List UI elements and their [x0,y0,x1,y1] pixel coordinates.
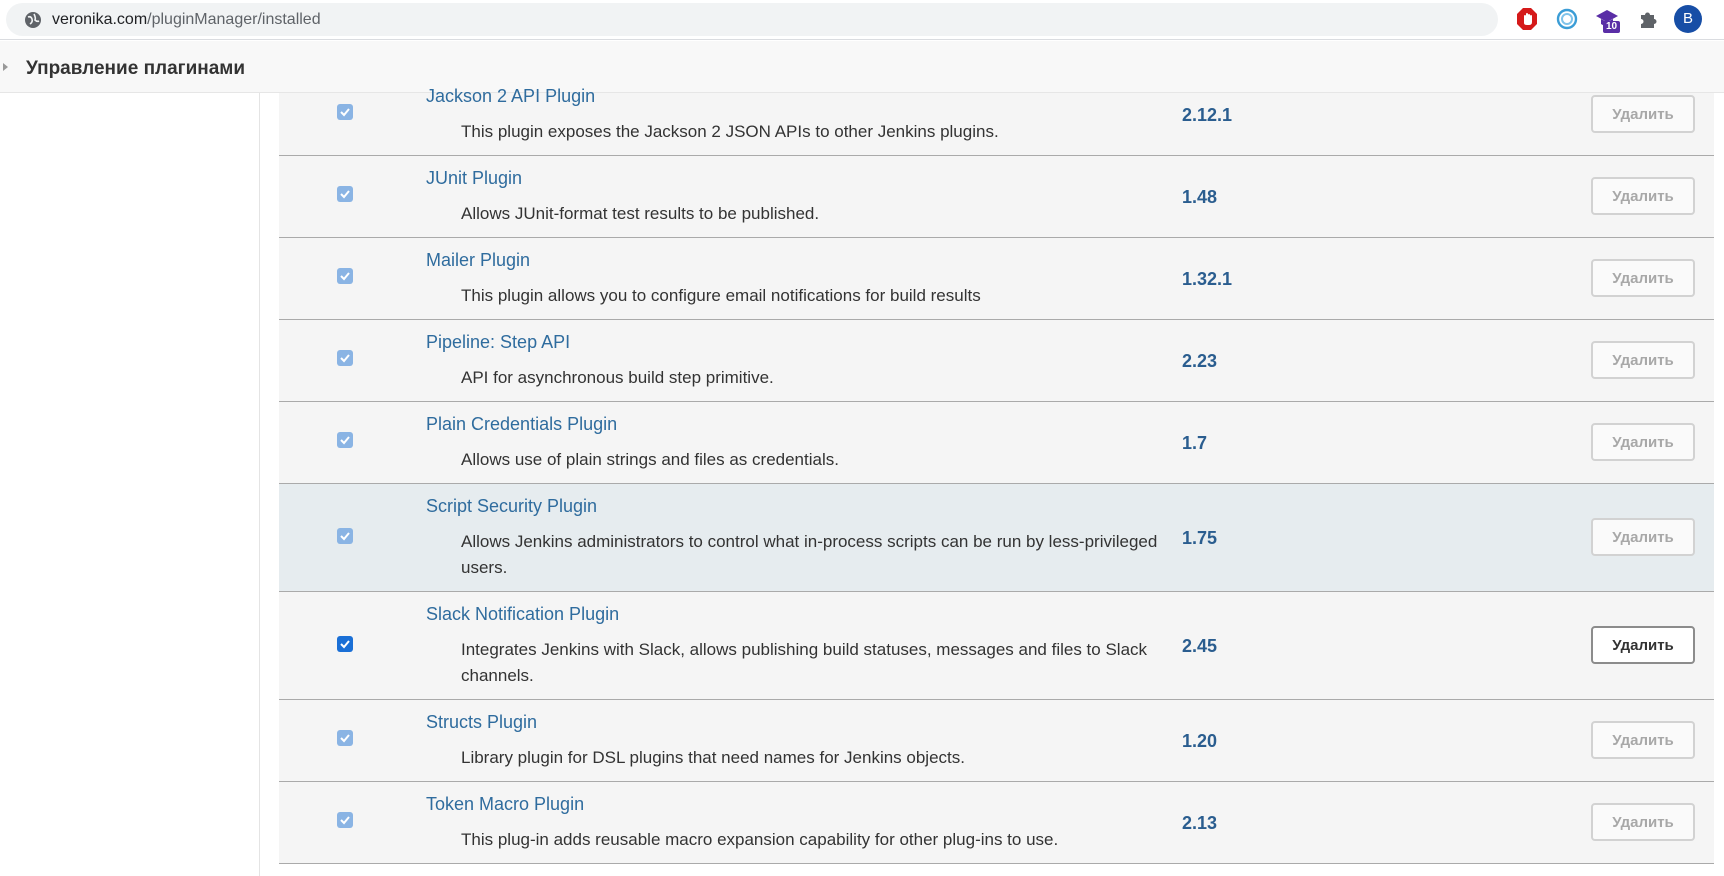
plugin-name-link[interactable]: Pipeline: Step API [426,332,570,353]
uninstall-button[interactable]: Удалить [1591,259,1695,297]
plugin-row: Script Security Plugin Allows Jenkins ad… [279,484,1714,592]
plugin-description: This plugin exposes the Jackson 2 JSON A… [461,122,999,141]
plugin-description: Allows Jenkins administrators to control… [461,532,1158,577]
check-icon [340,436,350,445]
plugin-checkbox[interactable] [337,186,353,202]
plugin-description: Integrates Jenkins with Slack, allows pu… [461,640,1148,685]
plugin-row: Jackson 2 API Plugin This plugin exposes… [279,86,1714,156]
plugin-checkbox[interactable] [337,350,353,366]
uninstall-button[interactable]: Удалить [1591,95,1695,133]
circle-extension-icon[interactable] [1555,7,1579,31]
check-icon [340,734,350,743]
plugin-checkbox[interactable] [337,636,353,652]
plugin-version: 1.48 [1182,187,1218,207]
plugin-version: 1.7 [1182,433,1208,453]
url-text[interactable]: veronika.com/pluginManager/installed [52,3,321,36]
address-bar[interactable]: veronika.com/pluginManager/installed [6,3,1498,36]
check-icon [340,272,350,281]
collapse-arrow-icon[interactable] [3,63,8,71]
plugin-checkbox[interactable] [337,528,353,544]
plugin-row: Plain Credentials Plugin Allows use of p… [279,402,1714,484]
plugin-name-link[interactable]: Plain Credentials Plugin [426,414,617,435]
plugin-checkbox[interactable] [337,812,353,828]
uninstall-button[interactable]: Удалить [1591,341,1695,379]
adblock-extension-icon[interactable] [1515,7,1539,31]
plugin-name-link[interactable]: JUnit Plugin [426,168,522,189]
profile-avatar[interactable]: B [1674,5,1702,33]
plugin-row: Pipeline: Step API API for asynchronous … [279,320,1714,402]
page-header: Управление плагинами [0,41,1724,93]
plugin-row: Structs Plugin Library plugin for DSL pl… [279,700,1714,782]
uninstall-button[interactable]: Удалить [1591,518,1695,556]
url-path: /pluginManager/installed [147,11,321,28]
plugin-name-link[interactable]: Mailer Plugin [426,250,530,271]
plugin-checkbox[interactable] [337,268,353,284]
plugin-name-link[interactable]: Token Macro Plugin [426,794,584,815]
extension-badge: 10 [1603,21,1621,33]
plugin-description: Allows use of plain strings and files as… [461,450,839,469]
check-icon [340,190,350,199]
uninstall-button[interactable]: Удалить [1591,803,1695,841]
plugin-checkbox[interactable] [337,730,353,746]
sidebar [0,93,260,876]
plugin-name-link[interactable]: Script Security Plugin [426,496,597,517]
check-icon [340,816,350,825]
plugin-name-link[interactable]: Slack Notification Plugin [426,604,619,625]
uninstall-button[interactable]: Удалить [1591,626,1695,664]
plugin-description: Allows JUnit-format test results to be p… [461,204,820,223]
check-icon [340,108,350,117]
plugin-checkbox[interactable] [337,432,353,448]
check-icon [340,354,350,363]
puzzle-extensions-icon[interactable] [1636,7,1660,31]
plugin-row: JUnit Plugin Allows JUnit-format test re… [279,156,1714,238]
plugin-version: 1.75 [1182,528,1218,548]
plugin-version: 2.45 [1182,636,1218,656]
plugin-row: Mailer Plugin This plugin allows you to … [279,238,1714,320]
check-icon [340,640,350,649]
site-info-icon[interactable] [24,11,42,29]
plugin-row: Slack Notification Plugin Integrates Jen… [279,592,1714,700]
plugin-description: API for asynchronous build step primitiv… [461,368,774,387]
plugin-version: 2.12.1 [1182,105,1233,125]
plugin-description: This plugin allows you to configure emai… [461,286,981,305]
plugin-checkbox[interactable] [337,104,353,120]
plugin-description: Library plugin for DSL plugins that need… [461,748,965,767]
plugin-table: Jackson 2 API Plugin This plugin exposes… [279,86,1714,864]
plugin-name-link[interactable]: Structs Plugin [426,712,537,733]
uninstall-button[interactable]: Удалить [1591,721,1695,759]
plugin-version: 2.23 [1182,351,1218,371]
plugin-version: 1.20 [1182,731,1218,751]
uninstall-button[interactable]: Удалить [1591,423,1695,461]
plugin-name-link[interactable]: Jackson 2 API Plugin [426,86,595,107]
check-icon [340,532,350,541]
uninstall-button[interactable]: Удалить [1591,177,1695,215]
plugin-version: 1.32.1 [1182,269,1233,289]
plugin-description: This plug-in adds reusable macro expansi… [461,830,1059,849]
url-host: veronika.com [52,11,148,28]
browser-toolbar: veronika.com/pluginManager/installed 10 … [0,0,1724,40]
page-title: Управление плагинами [26,58,246,79]
plugin-row: Token Macro Plugin This plug-in adds reu… [279,782,1714,864]
plugin-version: 2.13 [1182,813,1218,833]
